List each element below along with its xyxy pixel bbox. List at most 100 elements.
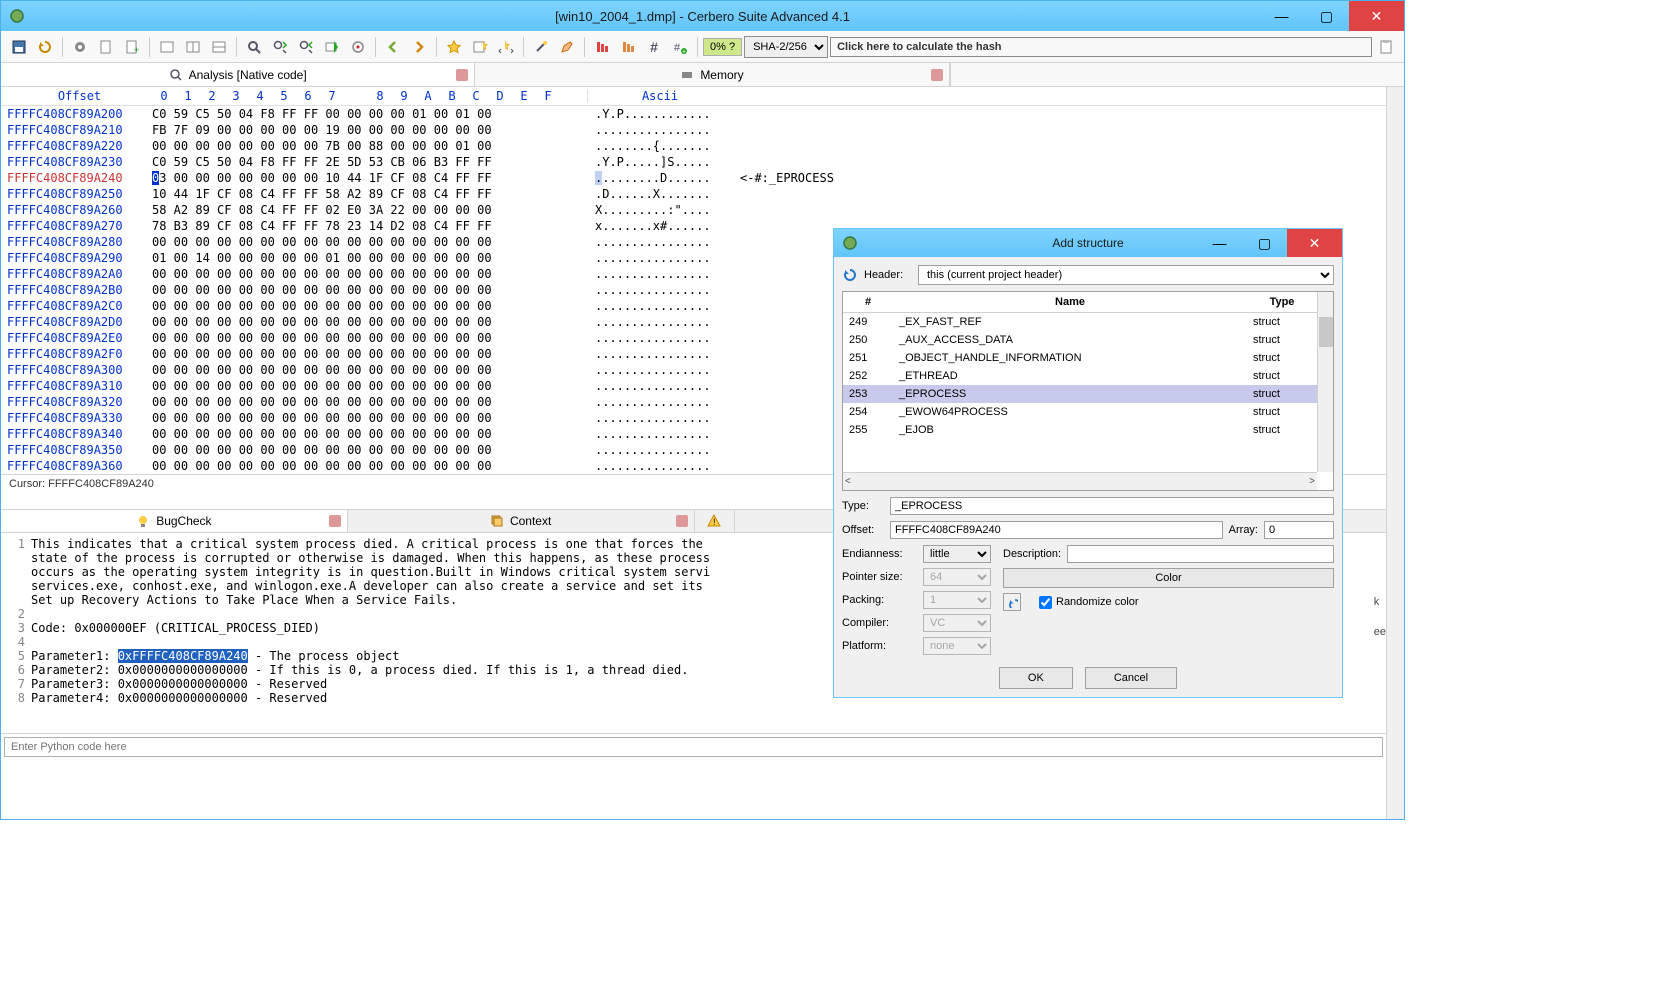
header-label: Header: [864,269,912,281]
tab-close-icon[interactable] [456,69,468,81]
minimize-button[interactable]: — [1259,1,1304,31]
app-icon [842,235,858,251]
doc-icon[interactable] [94,35,118,59]
ok-button[interactable]: OK [999,667,1073,689]
minimize-button[interactable]: — [1197,229,1242,257]
array-input[interactable] [1264,521,1334,539]
tab-memory[interactable]: Memory [475,63,949,86]
goto-icon[interactable] [320,35,344,59]
window-title: [win10_2004_1.dmp] - Cerbero Suite Advan… [555,9,850,24]
clipboard-icon[interactable] [1374,35,1398,59]
forward-icon[interactable] [407,35,431,59]
panel1-icon[interactable] [155,35,179,59]
refresh-icon[interactable] [842,267,858,283]
stack-icon [490,514,504,528]
maximize-button[interactable]: ▢ [1304,1,1349,31]
struct-row[interactable]: 255_EJOBstruct [843,421,1317,439]
col-offset: Offset [7,89,152,103]
hex-row[interactable]: FFFFC408CF89A24003 00 00 00 00 00 00 00 … [1,170,1386,186]
hash-algo-select[interactable]: SHA-2/256 [744,36,828,58]
header-select[interactable]: this (current project header) [918,265,1334,285]
tab-close-icon[interactable] [676,515,688,527]
dialog-title: Add structure [1052,236,1123,250]
platform-select: none [923,637,991,655]
cancel-button[interactable]: Cancel [1085,667,1177,689]
struct-row[interactable]: 252_ETHREADstruct [843,367,1317,385]
tab-context[interactable]: Context [348,510,695,532]
type-input[interactable] [890,497,1334,515]
tab-analysis[interactable]: Analysis [Native code] [1,63,475,86]
add-structure-dialog: Add structure — ▢ ✕ Header: this (curren… [833,228,1343,698]
offset-input[interactable] [890,521,1223,539]
struct-row[interactable]: 254_EWOW64PROCESSstruct [843,403,1317,421]
tab-label: Analysis [Native code] [189,68,307,82]
struct-list[interactable]: # Name Type 249_EX_FAST_REFstruct250_AUX… [842,291,1334,491]
tab-close-icon[interactable] [329,515,341,527]
bookmark-nav-icon[interactable] [494,35,518,59]
percent-indicator[interactable]: 0% ? [703,38,742,56]
offset-label: Offset: [842,524,884,536]
randomize-checkbox[interactable]: Randomize color [1039,596,1139,609]
hash-icon[interactable]: # [642,35,666,59]
right-panel-fragment: k ee [1374,596,1386,638]
doc-plus-icon[interactable]: + [120,35,144,59]
svg-text:!: ! [713,517,716,527]
close-button[interactable]: ✕ [1287,229,1342,257]
maximize-button[interactable]: ▢ [1242,229,1287,257]
bulb-icon [136,514,150,528]
desc-input[interactable] [1067,545,1334,563]
search-next-icon[interactable] [268,35,292,59]
endian-select[interactable]: little [923,545,991,563]
tab-close-icon[interactable] [931,69,943,81]
close-button[interactable]: ✕ [1349,1,1404,31]
wand-icon[interactable] [529,35,553,59]
hash-field[interactable]: Click here to calculate the hash [830,37,1372,57]
struct-row[interactable]: 251_OBJECT_HANDLE_INFORMATIONstruct [843,349,1317,367]
target-icon[interactable] [346,35,370,59]
array-label: Array: [1229,524,1258,536]
panel2-icon[interactable] [181,35,205,59]
color-button[interactable]: Color [1003,568,1334,588]
search-icon [169,68,183,82]
panel3-icon[interactable] [207,35,231,59]
hex-row[interactable]: FFFFC408CF89A210FB 7F 09 00 00 00 00 00 … [1,122,1386,138]
gear-icon[interactable] [68,35,92,59]
tab-warning[interactable]: ! [695,510,735,532]
search-prev-icon[interactable] [294,35,318,59]
bars1-icon[interactable] [590,35,614,59]
back-icon[interactable] [381,35,405,59]
bookmark-icon[interactable] [442,35,466,59]
tab-label: Memory [700,68,743,82]
struct-row[interactable]: 249_EX_FAST_REFstruct [843,313,1317,332]
python-bar [1,733,1386,760]
hash-add-icon[interactable]: #+ [668,35,692,59]
dialog-titlebar[interactable]: Add structure — ▢ ✕ [834,229,1342,257]
pencil-icon[interactable] [555,35,579,59]
tab-bugcheck[interactable]: BugCheck [1,510,348,532]
refresh-icon[interactable] [33,35,57,59]
list-hscrollbar[interactable]: <> [843,472,1317,490]
ptr-label: Pointer size: [842,571,917,583]
refresh-icon[interactable] [1003,593,1021,611]
hex-row[interactable]: FFFFC408CF89A25010 44 1F CF 08 C4 FF FF … [1,186,1386,202]
python-input[interactable] [4,737,1383,757]
struct-row[interactable]: 250_AUX_ACCESS_DATAstruct [843,331,1317,349]
struct-row[interactable]: 253_EPROCESSstruct [843,385,1317,403]
memory-icon [680,68,694,82]
hex-row[interactable]: FFFFC408CF89A26058 A2 89 CF 08 C4 FF FF … [1,202,1386,218]
hex-row[interactable]: FFFFC408CF89A200C0 59 C5 50 04 F8 FF FF … [1,106,1386,122]
search-icon[interactable] [242,35,266,59]
type-label: Type: [842,500,884,512]
list-scrollbar[interactable] [1317,292,1333,472]
hex-row[interactable]: FFFFC408CF89A230C0 59 C5 50 04 F8 FF FF … [1,154,1386,170]
svg-text:+: + [682,48,686,55]
packing-label: Packing: [842,594,917,606]
col-ascii: Ascii [587,89,732,103]
main-titlebar[interactable]: [win10_2004_1.dmp] - Cerbero Suite Advan… [1,1,1404,31]
hex-row[interactable]: FFFFC408CF89A22000 00 00 00 00 00 00 00 … [1,138,1386,154]
save-icon[interactable] [7,35,31,59]
vertical-scrollbar[interactable] [1386,87,1404,819]
upper-tabs: Analysis [Native code] Memory [1,63,1404,87]
bookmark-list-icon[interactable] [468,35,492,59]
bars2-icon[interactable] [616,35,640,59]
